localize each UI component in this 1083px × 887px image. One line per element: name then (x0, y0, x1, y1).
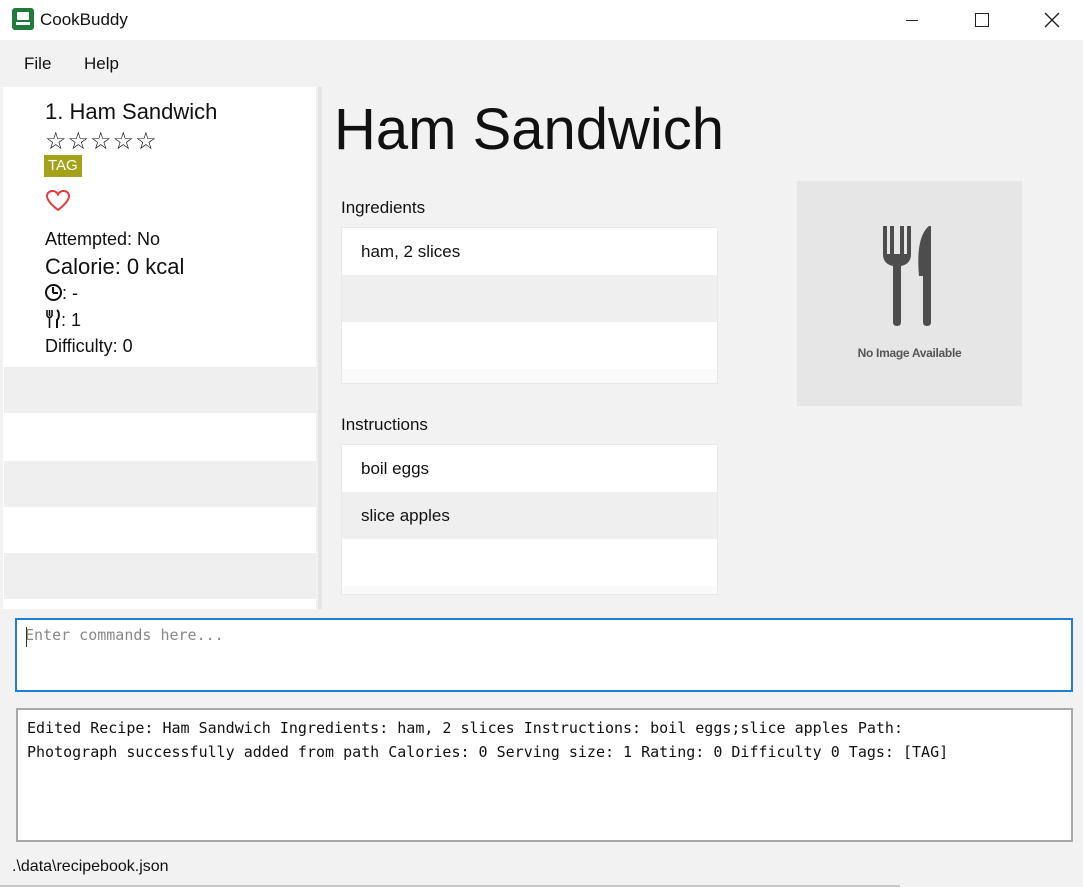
difficulty-value: Difficulty: 0 (45, 336, 133, 356)
list-item (4, 507, 316, 553)
recipe-card-title: 1. Ham Sandwich (45, 99, 218, 124)
menu-file[interactable]: File (24, 54, 51, 74)
window-title: CookBuddy (40, 10, 128, 29)
heart-icon[interactable] (45, 189, 71, 213)
maximize-button[interactable] (947, 0, 1017, 40)
utensils-icon (46, 309, 60, 328)
recipe-detail-title: Ham Sandwich (334, 97, 725, 162)
result-text: Edited Recipe: Ham Sandwich Ingredients:… (27, 716, 1057, 764)
app-logo-icon (12, 8, 34, 30)
tag-badge: TAG (44, 155, 82, 177)
minimize-icon (906, 19, 918, 21)
status-bar-path: .\data\recipebook.json (12, 858, 169, 875)
attempted-status: Attempted: No (45, 229, 161, 249)
ingredients-list: ham, 2 slices (341, 227, 718, 384)
maximize-icon (975, 13, 989, 27)
calorie-value: Calorie: 0 kcal (45, 254, 185, 279)
command-box[interactable] (15, 618, 1073, 692)
recipe-image-placeholder: No Image Available (797, 181, 1022, 406)
result-display[interactable]: Edited Recipe: Ham Sandwich Ingredients:… (16, 708, 1073, 842)
instruction-item: slice apples (342, 492, 717, 539)
prep-time: : - (45, 283, 78, 304)
instructions-list: boil eggs slice apples (341, 444, 718, 595)
list-item (342, 322, 717, 369)
recipe-list-panel: 1. Ham Sandwich ☆☆☆☆☆ TAG Attempted: No … (3, 87, 316, 609)
menu-bar: File Help (0, 42, 1083, 82)
list-item (342, 275, 717, 322)
list-item (342, 539, 717, 586)
menu-help[interactable]: Help (84, 54, 119, 74)
list-item (4, 367, 316, 413)
fork-knife-icon (883, 226, 931, 326)
list-item (4, 413, 316, 459)
close-button[interactable] (1017, 0, 1083, 40)
ingredient-item: ham, 2 slices (342, 228, 717, 275)
serving-size-value: : 1 (61, 310, 82, 330)
clock-icon (45, 284, 62, 301)
prep-time-value: : - (62, 283, 78, 303)
result-line: Photograph successfully added from path … (27, 743, 949, 761)
rating-stars: ☆☆☆☆☆ (45, 128, 158, 155)
title-bar: CookBuddy (0, 0, 1083, 40)
instructions-label: Instructions (341, 415, 428, 434)
ingredients-label: Ingredients (341, 198, 426, 217)
no-image-text: No Image Available (857, 346, 962, 360)
instruction-item: boil eggs (342, 445, 717, 492)
command-input[interactable] (25, 626, 1055, 644)
panel-divider[interactable] (318, 87, 322, 609)
close-icon (1044, 12, 1060, 28)
serving-size: : 1 (45, 309, 81, 331)
text-caret (26, 627, 27, 647)
result-line: Edited Recipe: Ham Sandwich Ingredients:… (27, 719, 903, 737)
list-item (4, 553, 316, 599)
list-item (4, 461, 316, 507)
minimize-button[interactable] (877, 0, 947, 40)
